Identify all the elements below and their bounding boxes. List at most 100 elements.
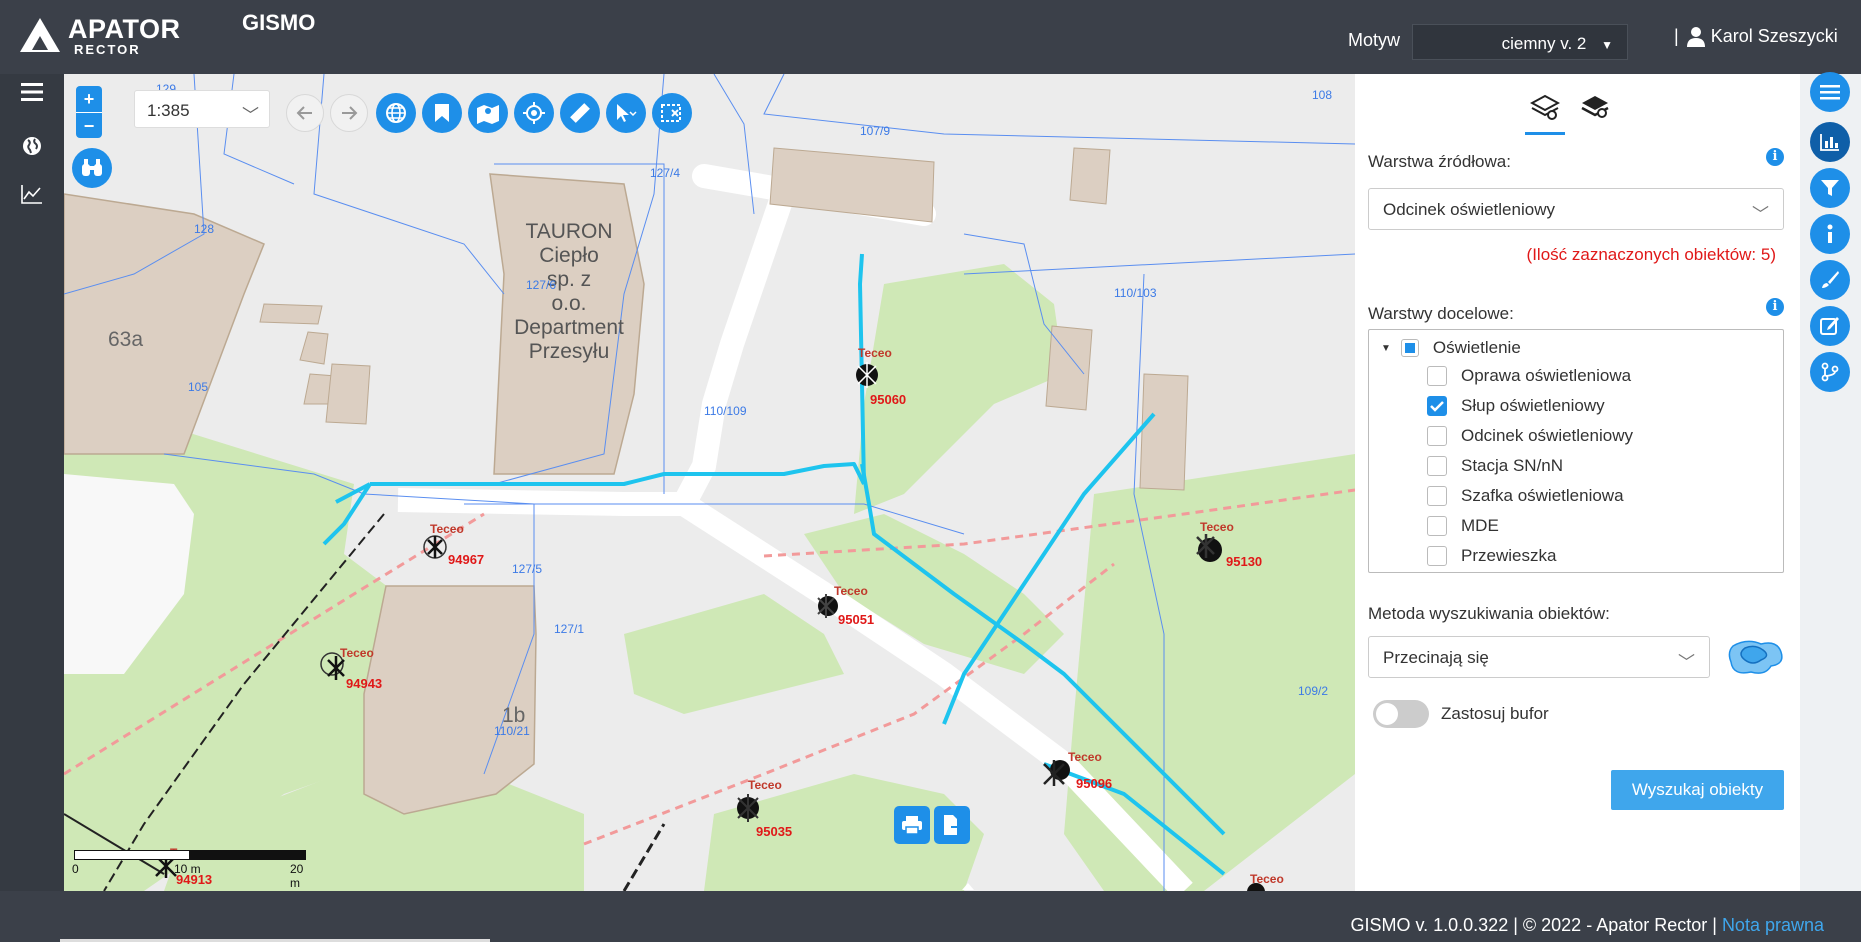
parcel-number: 110/103 (1114, 286, 1157, 300)
rail-statistics-button[interactable] (1810, 122, 1850, 162)
tree-root-label: Oświetlenie (1432, 338, 1521, 357)
logo-sub-text: RECTOR (74, 42, 141, 57)
bookmark-button[interactable] (422, 93, 462, 133)
menu-button[interactable] (14, 74, 50, 110)
user-name: Karol Szeszycki (1710, 26, 1838, 46)
tree-item[interactable]: Odcinek oświetleniowy (1427, 426, 1633, 446)
tree-item[interactable]: Przewieszka (1427, 546, 1556, 566)
parcel-number: 110/109 (704, 404, 747, 418)
globe-button[interactable] (14, 128, 50, 164)
globe-icon (23, 137, 41, 155)
tree-item-checkbox[interactable] (1427, 516, 1447, 536)
list-icon (1820, 85, 1840, 100)
tree-item-label: Słup oświetleniowy (1461, 396, 1605, 415)
scale-select[interactable]: 1:385 ﹀ (134, 90, 270, 128)
scale-select-value: 1:385 (147, 101, 190, 120)
info-icon[interactable]: i (1766, 298, 1784, 316)
tab-layer-settings[interactable] (1573, 86, 1617, 130)
map-location-button[interactable] (468, 93, 508, 133)
version-text: GISMO v. 1.0.0.322 | © 2022 - Apator Rec… (1350, 915, 1717, 935)
tree-root-checkbox[interactable] (1400, 339, 1419, 357)
object-id-label: 95096 (1076, 776, 1113, 791)
pole-marker-icon (737, 794, 759, 822)
parcel-number: 105 (188, 380, 209, 394)
object-type-label: Teceo (1200, 520, 1234, 534)
chart-line-icon (21, 185, 42, 204)
building-label-line: Department (514, 316, 624, 339)
layers-gear-icon (1581, 96, 1609, 118)
theme-select-value: ciemny v. 2 (1501, 34, 1587, 53)
tree-item-checkbox[interactable] (1427, 486, 1447, 506)
expand-up-icon[interactable] (962, 882, 974, 890)
info-icon[interactable]: i (1766, 148, 1784, 166)
bar-chart-icon (1820, 134, 1839, 151)
legal-link[interactable]: Nota prawna (1722, 915, 1824, 935)
rail-branch-button[interactable] (1810, 352, 1850, 392)
map-marker-icon (477, 105, 499, 124)
tree-item-label: Stacja SN/nN (1461, 456, 1564, 475)
printer-icon (902, 816, 922, 835)
zoom-in-button[interactable]: + (76, 86, 102, 112)
app-window: APATOR RECTOR GISMO Motyw ciemny v. 2 ▼ … (0, 0, 1861, 942)
user-icon (1686, 26, 1705, 47)
clear-selection-button[interactable] (652, 93, 692, 133)
zoom-control: + − (76, 86, 102, 138)
building-label-line: TAURON (525, 220, 613, 243)
git-branch-icon (1821, 362, 1839, 382)
parcel-number: 127/4 (650, 166, 681, 180)
building-number: 63a (108, 328, 144, 351)
tree-item-checkbox[interactable] (1427, 366, 1447, 386)
menu-icon (21, 83, 43, 101)
zoom-out-button[interactable]: − (76, 112, 102, 138)
top-bar: APATOR RECTOR GISMO Motyw ciemny v. 2 ▼ … (0, 0, 1861, 74)
user-menu[interactable]: | Karol Szeszycki (1674, 26, 1838, 47)
tree-item[interactable]: MDE (1427, 516, 1499, 536)
tree-item-checkbox[interactable] (1427, 426, 1447, 446)
tree-item[interactable]: Stacja SN/nN (1427, 456, 1563, 476)
back-button[interactable] (286, 94, 324, 132)
rail-edit-button[interactable] (1810, 306, 1850, 346)
object-type-label: Teceo (748, 778, 782, 792)
locate-button[interactable] (514, 93, 554, 133)
tree-root-oswietlenie[interactable]: ▼ Oświetlenie (1381, 338, 1521, 358)
object-id-label: 94967 (448, 552, 485, 567)
map-canvas[interactable]: TAURON Ciepło sp. z o.o. Department Prze… (64, 74, 1355, 891)
export-button[interactable] (934, 806, 970, 844)
right-rail (1800, 72, 1861, 891)
tab-layer-search[interactable] (1523, 86, 1567, 130)
search-method-select[interactable]: Przecinają się ﹀ (1368, 636, 1710, 678)
rail-info-button[interactable] (1810, 214, 1850, 254)
tree-item[interactable]: Oprawa oświetleniowa (1427, 366, 1631, 386)
binoculars-button[interactable] (72, 148, 112, 188)
parcel-number: 127/1 (554, 622, 585, 636)
tree-item-checkbox[interactable] (1427, 456, 1447, 476)
building-label-line: Ciepło (539, 244, 599, 267)
building-label-line: sp. z (546, 268, 592, 291)
rail-menu-button[interactable] (1810, 72, 1850, 112)
search-objects-button[interactable]: Wyszukaj obiekty (1611, 770, 1784, 810)
global-view-button[interactable] (376, 93, 416, 133)
select-tool-button[interactable] (606, 93, 646, 133)
buffer-toggle-row[interactable]: Zastosuj bufor (1373, 700, 1549, 728)
tree-item[interactable]: Słup oświetleniowy (1427, 396, 1605, 416)
tree-item-checkbox[interactable] (1427, 546, 1447, 566)
chevron-down-icon: ﹀ (242, 106, 259, 125)
theme-select[interactable]: ciemny v. 2 ▼ (1412, 24, 1628, 60)
buffer-toggle[interactable] (1373, 700, 1429, 728)
rail-draw-button[interactable] (1810, 260, 1850, 300)
source-layer-select[interactable]: Odcinek oświetleniowy ﹀ (1368, 188, 1784, 230)
object-id-label: 95035 (756, 824, 793, 839)
rail-filter-button[interactable] (1810, 168, 1850, 208)
tree-item[interactable]: Szafka oświetleniowa (1427, 486, 1624, 506)
chart-button[interactable] (14, 176, 50, 212)
globe-icon (386, 103, 406, 123)
tree-item-label: Przewieszka (1461, 546, 1557, 565)
measure-button[interactable] (560, 93, 600, 133)
object-type-label: Teceo (1068, 750, 1102, 764)
intersect-method-icon[interactable] (1727, 636, 1785, 678)
arrow-left-icon (296, 106, 312, 120)
forward-button[interactable] (330, 94, 368, 132)
caret-down-icon[interactable]: ▼ (1381, 343, 1391, 354)
print-button[interactable] (894, 806, 930, 844)
tree-item-checkbox[interactable] (1427, 396, 1447, 416)
